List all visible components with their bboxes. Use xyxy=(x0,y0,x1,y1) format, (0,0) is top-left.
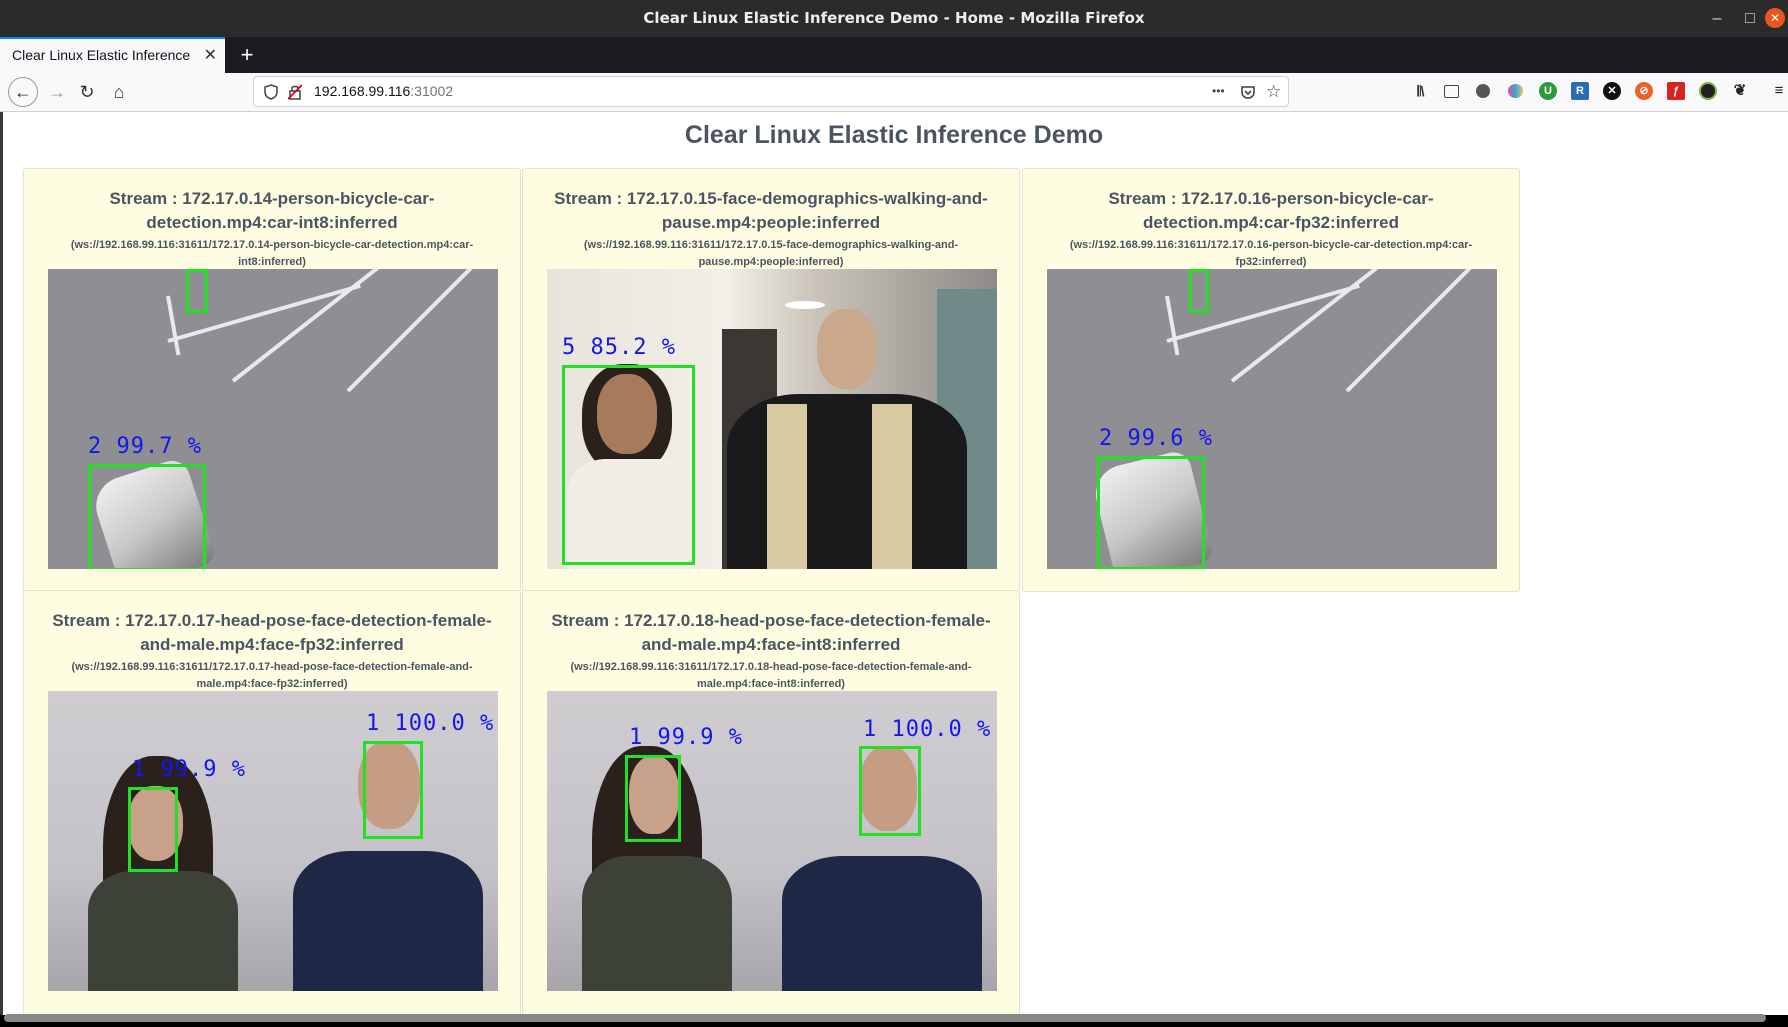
ceiling-light xyxy=(785,301,825,309)
stream-ws-url: (ws://192.168.99.116:31611/172.17.0.14-p… xyxy=(70,239,474,268)
stream-title: Stream : 172.17.0.16-person-bicycle-car-… xyxy=(1108,189,1434,232)
detection-box xyxy=(859,746,921,836)
url-host: 192.168.99.116 xyxy=(314,83,411,99)
extension-heart-icon[interactable] xyxy=(1508,84,1523,98)
sidebar-icon[interactable] xyxy=(1444,85,1459,98)
detection-box xyxy=(562,365,695,565)
stream-card: Stream : 172.17.0.16-person-bicycle-car-… xyxy=(1022,168,1520,592)
detection-label: 1 100.0 % xyxy=(366,711,495,736)
insecure-lock-icon[interactable] xyxy=(287,77,303,106)
detection-label: 1 99.9 % xyxy=(132,757,246,782)
back-button[interactable]: ← xyxy=(8,77,38,107)
tab-bar: Clear Linux Elastic Inference ✕ + xyxy=(0,37,1788,73)
extension-dark-icon[interactable] xyxy=(1699,82,1717,100)
detection-box xyxy=(625,755,681,842)
extension-red-icon[interactable]: ƒ xyxy=(1667,82,1685,100)
parking-line xyxy=(1345,269,1476,393)
bookmark-star-icon[interactable]: ☆ xyxy=(1266,77,1281,106)
url-text[interactable]: 192.168.99.116:31002 xyxy=(314,77,453,106)
stream-card: Stream : 172.17.0.17-head-pose-face-dete… xyxy=(23,590,521,1015)
detection-box xyxy=(128,787,178,872)
tab-label: Clear Linux Elastic Inference xyxy=(12,47,191,63)
maximize-button[interactable]: □ xyxy=(1735,0,1765,37)
detection-label: 1 100.0 % xyxy=(863,717,992,742)
video-frame: 2 99.7 % xyxy=(48,269,498,569)
library-icon[interactable]: 𝄃\ xyxy=(1412,82,1430,100)
detection-box xyxy=(363,741,423,839)
parking-line xyxy=(1165,295,1180,356)
stream-ws-url: (ws://192.168.99.116:31611/172.17.0.18-h… xyxy=(570,661,972,690)
detection-label: 2 99.7 % xyxy=(88,434,202,459)
extension-green-icon[interactable]: U xyxy=(1539,82,1557,100)
close-window-button[interactable]: ✕ xyxy=(1765,8,1785,28)
navigation-toolbar: ← → ↻ ⌂ 192.168.99.116:31002 ••• ☆ 𝄃\ U … xyxy=(0,73,1788,112)
page-content: Clear Linux Elastic Inference Demo Strea… xyxy=(0,112,1788,1015)
detection-label: 1 99.9 % xyxy=(629,725,743,750)
extension-orange-icon[interactable]: ⊘ xyxy=(1635,82,1653,100)
tab-clear-linux[interactable]: Clear Linux Elastic Inference ✕ xyxy=(0,37,225,73)
forward-button[interactable]: → xyxy=(42,77,72,107)
extension-r-icon[interactable]: R xyxy=(1571,82,1589,100)
home-button[interactable]: ⌂ xyxy=(104,77,134,107)
pocket-icon[interactable] xyxy=(1240,77,1256,106)
window-left-edge xyxy=(0,112,3,1015)
tab-close-icon[interactable]: ✕ xyxy=(204,39,217,72)
shield-icon[interactable] xyxy=(264,77,278,106)
person-shirt xyxy=(582,856,732,991)
stream-ws-url: (ws://192.168.99.116:31611/172.17.0.15-f… xyxy=(583,239,959,268)
stream-ws-url: (ws://192.168.99.116:31611/172.17.0.17-h… xyxy=(71,661,473,690)
extension-bird-icon[interactable]: ❦ xyxy=(1731,82,1749,100)
person-shirt xyxy=(88,871,238,991)
window-titlebar: Clear Linux Elastic Inference Demo - Hom… xyxy=(0,0,1788,37)
stream-card: Stream : 172.17.0.18-head-pose-face-dete… xyxy=(522,590,1020,1015)
url-bar[interactable]: 192.168.99.116:31002 ••• ☆ xyxy=(253,76,1289,107)
video-frame: 2 99.6 % xyxy=(1047,269,1497,569)
detection-box xyxy=(1189,269,1209,313)
new-tab-button[interactable]: + xyxy=(232,37,262,73)
horizontal-scrollbar[interactable] xyxy=(4,1014,1766,1022)
parking-line xyxy=(166,295,181,356)
stream-ws-url: (ws://192.168.99.116:31611/172.17.0.16-p… xyxy=(1069,239,1473,268)
detection-box xyxy=(1097,456,1205,569)
stream-title: Stream : 172.17.0.18-head-pose-face-dete… xyxy=(551,611,991,654)
stream-card: Stream : 172.17.0.15-face-demographics-w… xyxy=(522,168,1020,592)
page-actions-icon[interactable]: ••• xyxy=(1212,77,1225,106)
vest-panel xyxy=(767,404,807,569)
account-icon[interactable] xyxy=(1476,84,1490,98)
video-frame: 1 99.9 % 1 100.0 % xyxy=(547,691,997,991)
page-title: Clear Linux Elastic Inference Demo xyxy=(684,121,1104,149)
parking-line xyxy=(346,269,477,393)
menu-icon[interactable]: ≡ xyxy=(1770,82,1788,100)
detection-label: 5 85.2 % xyxy=(562,335,676,360)
person-shirt xyxy=(293,851,483,991)
person-shirt xyxy=(782,856,982,991)
vest-panel xyxy=(872,404,912,569)
window-title: Clear Linux Elastic Inference Demo - Hom… xyxy=(643,9,1145,27)
person-shirt xyxy=(727,394,967,569)
detection-box xyxy=(186,269,208,313)
person-head xyxy=(817,309,877,389)
url-port: :31002 xyxy=(410,83,454,99)
stream-card: Stream : 172.17.0.14-person-bicycle-car-… xyxy=(23,168,521,592)
detection-box xyxy=(88,464,206,569)
stream-title: Stream : 172.17.0.14-person-bicycle-car-… xyxy=(109,189,435,232)
video-frame: 5 85.2 % xyxy=(547,269,997,569)
minimize-button[interactable]: – xyxy=(1702,0,1732,37)
video-frame: 1 99.9 % 1 100.0 % xyxy=(48,691,498,991)
stream-title: Stream : 172.17.0.15-face-demographics-w… xyxy=(554,189,988,232)
reload-button[interactable]: ↻ xyxy=(72,77,102,107)
detection-label: 2 99.6 % xyxy=(1099,426,1213,451)
extension-x-icon[interactable]: ✕ xyxy=(1603,82,1621,100)
stream-title: Stream : 172.17.0.17-head-pose-face-dete… xyxy=(52,611,492,654)
